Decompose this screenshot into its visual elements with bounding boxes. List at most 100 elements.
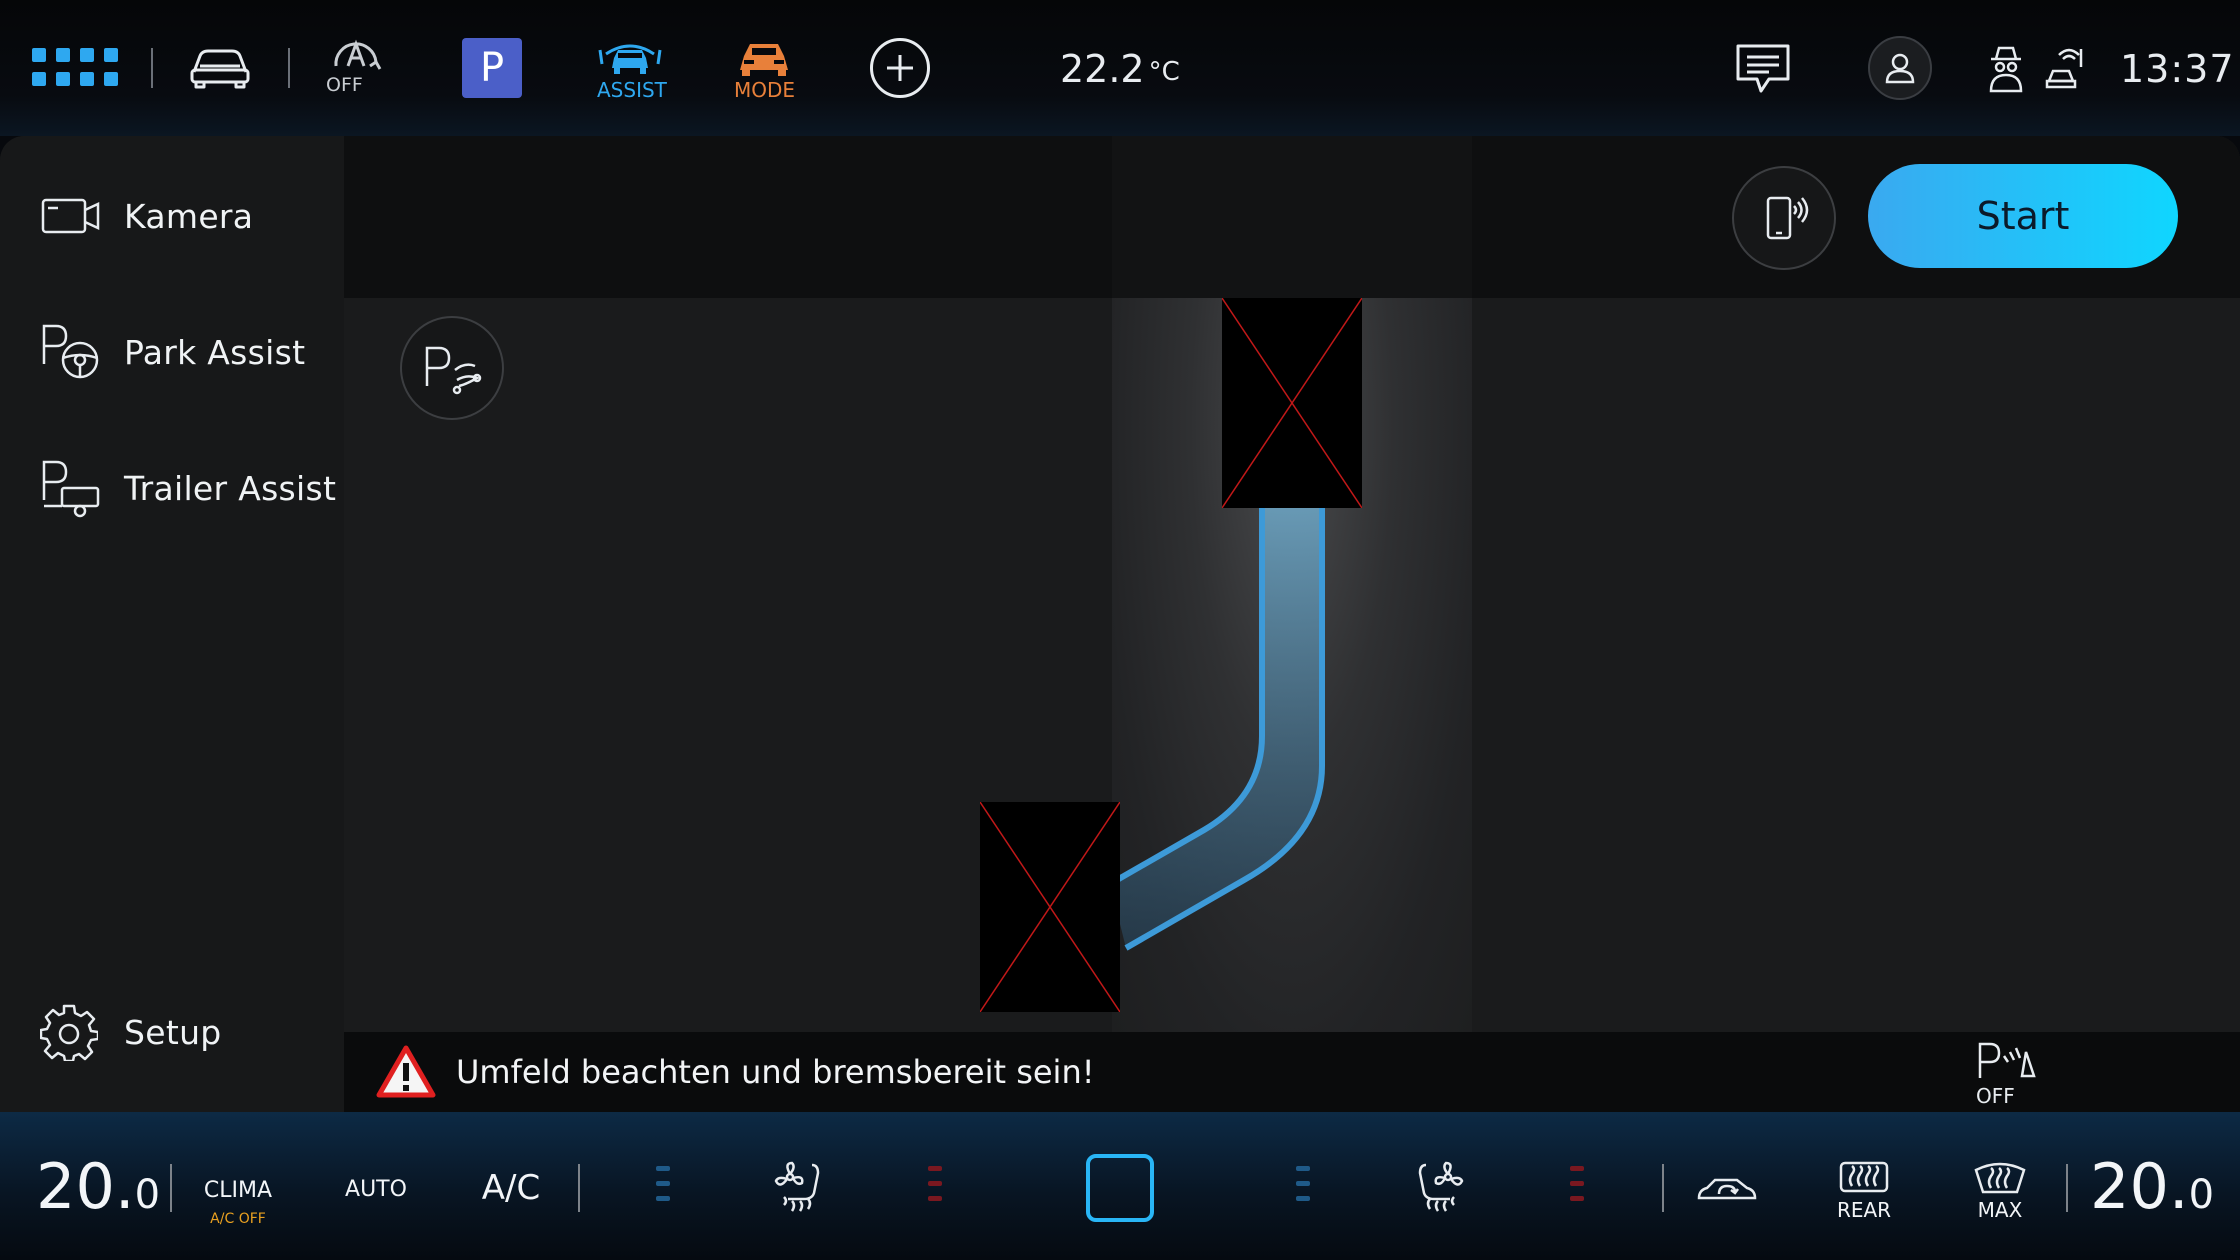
driver-seat-ventilation-level[interactable] [656,1166,670,1211]
sidebar-item-setup[interactable]: Setup [40,992,222,1072]
park-pilot-off-button[interactable]: OFF [1974,1040,2044,1108]
parking-maneuver-icon [425,346,482,395]
sidebar-item-park-assist[interactable]: Park Assist [40,312,305,392]
warning-triangle-icon [376,1045,436,1098]
seat-ventilation-icon [774,1161,820,1212]
placeholder-cross [980,802,1120,1012]
sidebar-item-kamera[interactable]: Kamera [40,176,253,256]
car-icon [190,49,250,89]
outside-temp-value: 22.2 [1060,47,1145,91]
park-pilot-icon [1978,1042,2036,1078]
privacy-indicator[interactable] [1986,44,2026,94]
user-icon [1885,53,1915,84]
parking-label: P [479,45,505,91]
air-recirculation-icon [1697,1178,1757,1200]
driver-temp-integer: 20. [36,1150,135,1223]
divider [1662,1164,1664,1212]
sidebar-item-trailer-assist[interactable]: Trailer Assist [40,448,336,528]
parking-button[interactable]: P [462,38,522,98]
grid-icon [32,48,118,86]
ac-off-label: A/C OFF [210,1210,266,1227]
mode-label: MODE [734,78,796,102]
outside-temperature: 22.2 °C [1060,42,1180,96]
auto-hold-label: OFF [326,74,363,96]
connectivity-indicator[interactable] [2042,44,2088,94]
divider [151,48,153,88]
plus-icon [887,55,913,81]
driver-assist-icon [598,44,662,74]
passenger-temp-integer: 20. [2090,1150,2189,1223]
clock-value: 13:37 [2120,47,2235,91]
recirculation-button[interactable] [1694,1170,1758,1210]
auto-label: AUTO [345,1176,407,1202]
clock: 13:37 [2120,42,2235,96]
driver-temperature[interactable]: 20. 0 [36,1150,161,1223]
start-button[interactable]: Start [1868,164,2178,268]
smartphone-signal-icon [1766,196,1809,240]
start-button-label: Start [1976,194,2070,238]
passenger-seat-heating-level[interactable] [1570,1166,1584,1211]
parking-trajectory [1108,508,1325,951]
rear-label: REAR [1836,1198,1892,1222]
drive-mode-button[interactable]: MODE [726,38,802,102]
sidebar: Kamera Park Assist Trailer Assist Setup [0,136,344,1112]
parking-mode-button[interactable] [400,316,504,420]
sidebar-item-label: Kamera [124,196,254,236]
remote-parking-button[interactable] [1732,166,1836,270]
warning-bar: Umfeld beachten und bremsbereit sein! OF… [344,1032,2240,1112]
auto-button[interactable]: AUTO [344,1174,408,1204]
park-assist-screen: Kamera Park Assist Trailer Assist Setup … [0,136,2240,1112]
profile-button[interactable] [1868,36,1932,100]
clima-label: CLIMA [203,1177,273,1203]
incognito-icon [1989,46,2023,93]
sidebar-item-label: Park Assist [124,332,306,372]
car-connectivity-icon [2045,48,2083,89]
divider [578,1164,580,1212]
passenger-temperature[interactable]: 20. 0 [2090,1150,2215,1223]
seat-ventilation-icon [1418,1161,1464,1212]
trajectory-area [1110,508,1322,948]
divider [288,48,290,88]
max-label: MAX [1977,1198,2023,1222]
message-icon [1736,44,1790,93]
divider [2066,1164,2068,1212]
warning-message: Umfeld beachten und bremsbereit sein! [456,1053,1095,1091]
assist-label: ASSIST [597,78,667,102]
sidebar-item-label: Setup [124,1012,222,1052]
gear-icon [40,1004,98,1061]
app-grid-button[interactable] [30,46,122,90]
passenger-seat-fan-button[interactable] [1410,1158,1470,1218]
ac-button[interactable]: A/C [478,1166,544,1210]
park-pilot-off-label: OFF [1976,1084,2015,1108]
driver-seat-fan-button[interactable] [768,1158,828,1218]
rear-defrost-button[interactable]: REAR [1834,1158,1894,1224]
add-shortcut-button[interactable] [870,38,930,98]
assist-button[interactable]: ASSIST [590,38,670,102]
ego-vehicle-placeholder [980,802,1120,1012]
climate-menu-button[interactable] [1086,1154,1154,1222]
rear-defrost-icon [1839,1161,1889,1193]
status-bar: OFF P ASSIST MODE 22.2 °C 13:37 [0,0,2240,136]
driver-temp-decimal: 0 [134,1172,161,1218]
messages-button[interactable] [1734,42,1792,96]
auto-hold-icon [334,39,382,70]
camera-icon [41,198,100,234]
sidebar-item-label: Trailer Assist [124,468,337,508]
auto-hold-button[interactable]: OFF [322,36,388,98]
outside-temp-unit: °C [1148,57,1180,87]
trailer-assist-icon [42,460,100,518]
target-vehicle-placeholder [1222,298,1362,508]
passenger-temp-decimal: 0 [2188,1172,2215,1218]
driver-seat-heating-level[interactable] [928,1166,942,1211]
clima-button[interactable]: CLIMA A/C OFF [198,1172,278,1232]
passenger-seat-ventilation-level[interactable] [1296,1166,1310,1211]
windshield-defrost-icon [1974,1162,2026,1194]
placeholder-cross [1222,298,1362,508]
parking-visualization: Start [344,136,2240,1032]
park-assist-icon [42,324,99,379]
max-defrost-button[interactable]: MAX [1970,1158,2030,1224]
drive-mode-icon [740,44,788,76]
ac-label: A/C [481,1168,541,1208]
vehicle-button[interactable] [186,40,254,92]
divider [170,1164,172,1212]
